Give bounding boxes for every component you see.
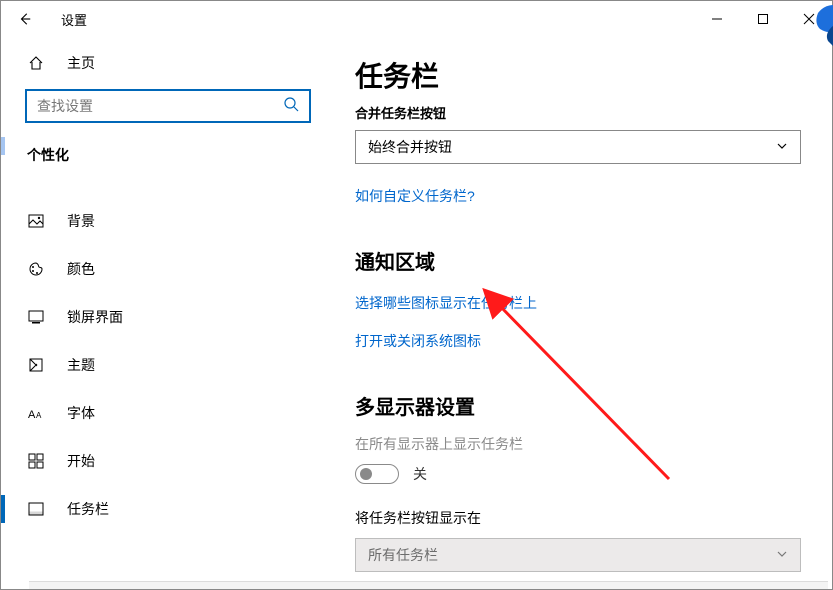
titlebar-left: 设置 <box>1 1 87 37</box>
picture-icon <box>27 213 45 229</box>
sidebar-item-label: 颜色 <box>67 259 95 279</box>
window-title: 设置 <box>61 10 87 29</box>
sidebar-item-taskbar[interactable]: 任务栏 <box>1 485 322 533</box>
multi-toggle[interactable] <box>355 464 399 484</box>
sidebar-item-label: 字体 <box>67 403 95 423</box>
multi-show-label: 在所有显示器上显示任务栏 <box>355 434 804 454</box>
system-icons-link[interactable]: 打开或关闭系统图标 <box>355 331 481 351</box>
window-body: 主页 个性化 背景 <box>1 37 832 589</box>
close-icon <box>803 13 815 25</box>
show-buttons-combo[interactable]: 所有任务栏 <box>355 538 801 572</box>
back-button[interactable] <box>1 1 49 37</box>
chevron-down-icon <box>776 139 788 155</box>
sidebar: 主页 个性化 背景 <box>1 37 323 589</box>
sidebar-item-start[interactable]: 开始 <box>1 437 322 485</box>
bottom-scrollbar[interactable] <box>29 581 828 589</box>
theme-icon <box>27 357 45 373</box>
select-icons-link[interactable]: 选择哪些图标显示在任务栏上 <box>355 293 537 313</box>
search-input[interactable] <box>37 98 277 114</box>
start-icon <box>27 453 45 469</box>
settings-window: 设置 主页 <box>0 0 833 590</box>
sidebar-item-label: 背景 <box>67 211 95 231</box>
maximize-button[interactable] <box>740 1 786 37</box>
sidebar-item-background[interactable]: 背景 <box>1 197 322 245</box>
svg-text:A: A <box>36 411 42 420</box>
arrow-left-icon <box>18 12 32 26</box>
search-icon <box>283 96 299 117</box>
close-button[interactable] <box>786 1 832 37</box>
minimize-icon <box>711 13 723 25</box>
sidebar-item-label: 任务栏 <box>67 499 109 519</box>
titlebar: 设置 <box>1 1 832 37</box>
combine-label: 合并任务栏按钮 <box>355 103 804 122</box>
sidebar-item-label: 主题 <box>67 355 95 375</box>
main-content: 任务栏 合并任务栏按钮 始终合并按钮 如何自定义任务栏? 通知区域 选择哪些图标… <box>323 37 832 589</box>
home-icon <box>27 55 45 71</box>
sidebar-home[interactable]: 主页 <box>1 43 322 83</box>
sidebar-nav: 背景 颜色 锁屏界面 <box>1 197 322 533</box>
search-box[interactable] <box>25 89 311 123</box>
sidebar-item-colors[interactable]: 颜色 <box>1 245 322 293</box>
taskbar-icon <box>27 501 45 517</box>
multi-display-heading: 多显示器设置 <box>355 391 804 420</box>
show-buttons-label: 将任务栏按钮显示在 <box>355 508 804 528</box>
multi-toggle-row: 关 <box>355 464 804 484</box>
font-icon: AA <box>27 406 45 420</box>
combine-combo[interactable]: 始终合并按钮 <box>355 130 801 164</box>
maximize-icon <box>757 13 769 25</box>
chevron-down-icon <box>776 547 788 563</box>
lockscreen-icon <box>27 309 45 325</box>
search-wrap <box>1 83 322 137</box>
sidebar-item-themes[interactable]: 主题 <box>1 341 322 389</box>
sidebar-item-lockscreen[interactable]: 锁屏界面 <box>1 293 322 341</box>
decorative-sliver <box>1 137 5 155</box>
sidebar-item-label: 锁屏界面 <box>67 307 123 327</box>
window-controls <box>694 1 832 37</box>
show-buttons-value: 所有任务栏 <box>368 545 438 565</box>
svg-text:A: A <box>28 409 36 420</box>
sidebar-section-label: 个性化 <box>1 137 322 179</box>
notification-area-heading: 通知区域 <box>355 246 804 275</box>
combine-combo-value: 始终合并按钮 <box>368 137 452 157</box>
multi-toggle-state: 关 <box>413 464 427 484</box>
sidebar-home-label: 主页 <box>67 53 95 73</box>
minimize-button[interactable] <box>694 1 740 37</box>
toggle-knob <box>360 468 372 480</box>
page-title: 任务栏 <box>355 55 804 95</box>
palette-icon <box>27 261 45 277</box>
customize-taskbar-link[interactable]: 如何自定义任务栏? <box>355 186 475 206</box>
sidebar-item-label: 开始 <box>67 451 95 471</box>
sidebar-item-fonts[interactable]: AA 字体 <box>1 389 322 437</box>
